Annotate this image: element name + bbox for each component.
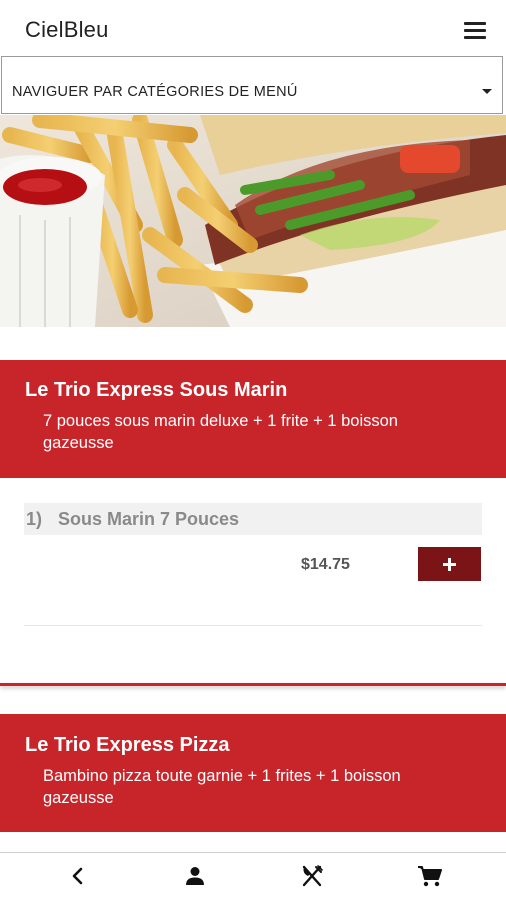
person-icon xyxy=(186,867,204,885)
section-card-bottom-border xyxy=(0,683,506,686)
restaurant-menu-button[interactable] xyxy=(292,853,332,899)
item-price: $14.75 xyxy=(301,556,350,573)
item-name: Sous Marin 7 Pouces xyxy=(58,509,240,529)
bottom-navigation-bar xyxy=(0,852,506,900)
divider xyxy=(24,625,482,626)
top-app-bar: CielBleu xyxy=(0,0,506,56)
hero-food-image xyxy=(0,115,506,327)
menu-section-header[interactable]: Le Trio Express Sous Marin 7 pouces sous… xyxy=(0,360,506,478)
section-description: 7 pouces sous marin deluxe + 1 frite + 1… xyxy=(43,412,398,452)
item-number: 1) xyxy=(26,509,43,529)
app-title: CielBleu xyxy=(25,17,109,42)
hamburger-menu-icon[interactable] xyxy=(464,20,488,40)
section-title: Le Trio Express Sous Marin xyxy=(25,379,288,401)
shopping-cart-icon xyxy=(418,866,442,887)
menu-item-row: 1) Sous Marin 7 Pouces xyxy=(24,503,482,535)
menu-section-header[interactable]: Le Trio Express Pizza Bambino pizza tout… xyxy=(0,714,506,832)
caret-down-icon xyxy=(482,89,492,94)
category-dropdown[interactable]: NAVIGUER PAR CATÉGORIES DE MENÚ xyxy=(1,56,503,114)
section-description: Bambino pizza toute garnie + 1 frites + … xyxy=(43,767,401,807)
add-to-cart-button[interactable] xyxy=(418,547,481,581)
section-title: Le Trio Express Pizza xyxy=(25,734,230,756)
cart-button[interactable] xyxy=(409,853,449,899)
account-button[interactable] xyxy=(175,853,215,899)
fork-knife-icon xyxy=(302,865,323,887)
back-button[interactable] xyxy=(58,853,98,899)
chevron-left-icon xyxy=(72,867,83,885)
category-dropdown-label: NAVIGUER PAR CATÉGORIES DE MENÚ xyxy=(12,84,298,100)
